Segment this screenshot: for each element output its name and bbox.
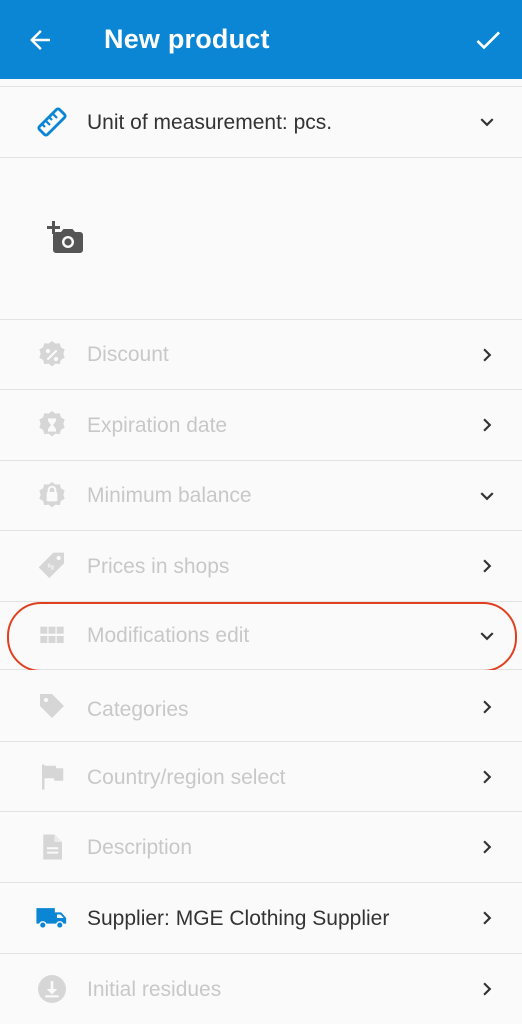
- document-icon: [34, 829, 70, 865]
- prices-in-shops-label: Prices in shops: [87, 555, 230, 578]
- ruler-icon: [34, 104, 70, 140]
- unit-of-measurement-row[interactable]: Unit of measurement: pcs.: [0, 86, 522, 158]
- minimum-balance-icon: [34, 478, 70, 514]
- supplier-label: Supplier: MGE Clothing Supplier: [87, 907, 390, 930]
- initial-residues-label: Initial residues: [87, 978, 222, 1001]
- description-row[interactable]: Description: [0, 812, 522, 883]
- minimum-balance-row[interactable]: Minimum balance: [0, 461, 522, 531]
- chevron-right-icon: [483, 559, 492, 573]
- chevron-right-icon: [483, 982, 492, 996]
- categories-row[interactable]: Categories: [0, 670, 522, 742]
- chevron-down-icon: [480, 492, 494, 501]
- flag-icon: [34, 759, 70, 795]
- chevron-right-icon: [483, 840, 492, 854]
- label-icon: [34, 688, 70, 724]
- chevron-down-icon: [480, 632, 494, 641]
- chevron-right-icon: [483, 700, 492, 714]
- back-arrow-icon[interactable]: [25, 25, 55, 55]
- unit-of-measurement-label: Unit of measurement: pcs.: [87, 111, 333, 134]
- chevron-right-icon: [483, 770, 492, 784]
- initial-residues-row[interactable]: Initial residues: [0, 954, 522, 1024]
- page-title: New product: [104, 24, 270, 54]
- price-tag-icon: $: [34, 548, 70, 584]
- prices-in-shops-row[interactable]: $ Prices in shops: [0, 531, 522, 602]
- categories-label: Categories: [87, 698, 189, 721]
- minimum-balance-label: Minimum balance: [87, 484, 252, 507]
- grid-icon: [34, 618, 70, 654]
- chevron-right-icon: [483, 911, 492, 925]
- discount-label: Discount: [87, 343, 169, 366]
- country-region-label: Country/region select: [87, 766, 286, 789]
- expiration-date-label: Expiration date: [87, 414, 228, 437]
- chevron-down-icon: [480, 118, 494, 127]
- app-bar: New product: [0, 0, 522, 79]
- discount-icon: [34, 337, 70, 373]
- discount-row[interactable]: Discount: [0, 320, 522, 390]
- add-photo-icon[interactable]: [46, 221, 84, 255]
- hourglass-icon: [34, 407, 70, 443]
- chevron-right-icon: [483, 418, 492, 432]
- expiration-date-row[interactable]: Expiration date: [0, 390, 522, 461]
- country-region-row[interactable]: Country/region select: [0, 742, 522, 812]
- modifications-edit-label: Modifications edit: [87, 624, 250, 647]
- confirm-check-icon[interactable]: [470, 24, 506, 56]
- description-label: Description: [87, 836, 193, 859]
- download-icon: [34, 971, 70, 1007]
- modifications-edit-row[interactable]: Modifications edit: [0, 602, 522, 670]
- supplier-row[interactable]: Supplier: MGE Clothing Supplier: [0, 883, 522, 954]
- truck-icon: [34, 900, 70, 936]
- chevron-right-icon: [483, 348, 492, 362]
